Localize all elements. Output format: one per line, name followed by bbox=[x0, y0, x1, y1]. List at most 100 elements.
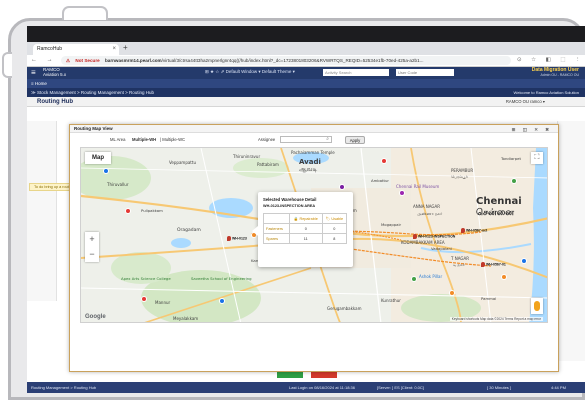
extension-icons[interactable]: ⊙ ☆ ◧ ⬚ ⋮ bbox=[517, 57, 585, 63]
map-label-pattabiram: Pattabiram bbox=[257, 162, 279, 167]
map-attribution[interactable]: Keyboard shortcuts Map data ©2024 Terms … bbox=[449, 317, 543, 321]
map-pin-icon[interactable] bbox=[219, 298, 225, 304]
browser-tab[interactable]: RamcoHub × bbox=[33, 44, 119, 55]
warehouse-stock-table: 🔒 Repairable 🏷 Usable Fasteners 0 0 Spar… bbox=[263, 213, 348, 244]
search-icon[interactable]: ⌕ bbox=[326, 136, 329, 142]
table-cell: 0 bbox=[321, 223, 348, 234]
street-view-pegman-icon[interactable] bbox=[531, 298, 543, 314]
breadcrumb: ≫ Stock Management > Routing Management … bbox=[27, 88, 585, 97]
background-cancel-button[interactable] bbox=[311, 371, 337, 378]
map-pin-icon[interactable] bbox=[449, 290, 455, 296]
background-grid-right bbox=[557, 121, 585, 361]
map-pin-icon[interactable] bbox=[381, 158, 387, 164]
map-pin-icon[interactable] bbox=[141, 296, 147, 302]
user-code-select[interactable]: User Code bbox=[396, 69, 454, 76]
map-label-chennai-rail: Chennai Rail Museum bbox=[396, 184, 440, 189]
background-grid-left bbox=[27, 121, 57, 301]
zoom-out-button[interactable]: − bbox=[85, 247, 99, 262]
apply-button[interactable]: Apply bbox=[345, 136, 365, 144]
modal-window-icons[interactable]: ⊞ ◫ ✕ ✖ bbox=[512, 126, 552, 134]
map-label-saveetha: Saveetha School of Engineering bbox=[191, 276, 252, 281]
breadcrumb-path[interactable]: ≫ Stock Management > Routing Management … bbox=[31, 90, 154, 95]
map-pin-icon[interactable] bbox=[411, 276, 417, 282]
table-row: Fasteners 0 0 bbox=[263, 223, 348, 234]
window-theme-controls[interactable]: ⊞ ★ ☆ ⇗ Default Window ▾ Default Theme ▾ bbox=[205, 69, 295, 75]
ml-area-value-wc[interactable]: | Multiple-WC bbox=[160, 137, 185, 142]
url-field[interactable]: ⚠ Not Secure barnwasmrm14.pearl.com/virt… bbox=[61, 56, 511, 65]
home-bar: ≡ Home bbox=[27, 79, 585, 88]
warehouse-marker-main[interactable]: WH-0123 bbox=[227, 236, 247, 241]
logo-line2: Aviation 5.x bbox=[43, 71, 67, 77]
warehouse-marker-4[interactable]: WH-0123-INSPECTION bbox=[413, 234, 455, 239]
table-cell: 8 bbox=[321, 233, 348, 244]
clock: 4:44 PM bbox=[551, 385, 566, 390]
map-label-chennai-ta: சென்னை bbox=[476, 208, 514, 218]
map-pin-icon[interactable] bbox=[399, 190, 405, 196]
table-cell bbox=[263, 213, 290, 224]
map-label-pammal: Pammal bbox=[481, 296, 497, 301]
new-tab-button[interactable]: + bbox=[123, 43, 128, 52]
warehouse-detail-popup: Selected Warehouse Detail WH-0123-INSPEC… bbox=[252, 192, 353, 267]
map-label-gerugambakkam: Gerugambakkam bbox=[327, 306, 362, 311]
google-logo: Google bbox=[85, 314, 106, 320]
map-pin-icon[interactable] bbox=[339, 184, 345, 190]
server-info: [Server: ] ES [Client: 0.0C] bbox=[377, 385, 424, 390]
url-path: /virtual/3/ctrsa44tt3ha2mpnerlgnr4qq((/h… bbox=[161, 58, 424, 63]
zoom-in-button[interactable]: + bbox=[85, 232, 99, 247]
session-timer: [ 30 Minutes ] bbox=[487, 385, 512, 390]
map-view[interactable]: Avadi ஆவடி Chennai சென்னை Chennai Rail M… bbox=[80, 147, 548, 323]
close-tab-icon[interactable]: × bbox=[112, 44, 116, 55]
address-bar: ← → ⟳ ⚠ Not Secure barnwasmrm14.pearl.co… bbox=[27, 55, 585, 67]
routing-map-modal: Routing Map View ⊞ ◫ ✕ ✖ ML Area Multipl… bbox=[69, 124, 559, 372]
popup-subtitle: WH-0123-INSPECTION AREA bbox=[263, 204, 316, 208]
device-clip-top bbox=[62, 6, 108, 20]
map-label-vadapalani: Vadapalani bbox=[431, 246, 452, 251]
welcome-text: Welcome to Ramco Aviation Solution bbox=[513, 90, 579, 95]
map-label-kunrathur: Kunrathur bbox=[381, 298, 401, 303]
table-cell: 11 bbox=[288, 233, 323, 244]
warehouse-pin-icon bbox=[413, 234, 417, 239]
tab-title: RamcoHub bbox=[37, 46, 63, 52]
repairable-label: Repairable bbox=[299, 217, 318, 221]
ramco-logo: RAMCO Aviation 5.x bbox=[43, 67, 67, 77]
map-label-pulipakkam: Pulipakkam bbox=[141, 208, 163, 213]
menu-icon[interactable]: ≡ bbox=[31, 68, 36, 77]
map-label-chennai: Chennai bbox=[476, 196, 522, 207]
ou-context-select[interactable]: RAMCO OU ramco ▾ bbox=[506, 97, 545, 107]
map-pin-icon[interactable] bbox=[125, 208, 131, 214]
background-save-button[interactable] bbox=[277, 371, 303, 378]
map-label-vepampattu: Veppampattu bbox=[169, 160, 196, 165]
activity-search-input[interactable]: Activity Search bbox=[323, 69, 389, 76]
user-ou: Admin OU - RAMCO OU bbox=[540, 73, 579, 77]
map-label-tondiarpet: Tondiarpet bbox=[501, 156, 521, 161]
map-pin-icon[interactable] bbox=[521, 258, 527, 264]
usable-label: Usable bbox=[331, 217, 344, 221]
fullscreen-icon[interactable]: ⛶ bbox=[531, 152, 543, 164]
zoom-control: + − bbox=[85, 232, 99, 262]
ml-area-value[interactable]: Multiple-WH bbox=[132, 137, 156, 142]
map-type-button[interactable]: Map bbox=[85, 152, 111, 164]
assignee-input[interactable]: ⌕ bbox=[280, 136, 332, 143]
warehouse-pin-icon bbox=[461, 228, 465, 233]
warehouse-marker-2[interactable]: WH-0567-oct bbox=[461, 228, 487, 233]
screen: RamcoHub × + ← → ⟳ ⚠ Not Secure barnwasm… bbox=[27, 26, 585, 393]
warehouse-marker-3[interactable]: WH-0567-01 bbox=[481, 262, 506, 267]
map-filter-row: ML Area Multiple-WH | Multiple-WC Assign… bbox=[70, 134, 558, 146]
page-title: Routing Hub bbox=[37, 99, 73, 105]
warehouse-label: WH-0567-01 bbox=[486, 262, 506, 267]
map-pin-icon[interactable] bbox=[103, 168, 109, 174]
assignee-label: Assignee bbox=[258, 137, 276, 142]
modal-title-bar: Routing Map View ⊞ ◫ ✕ ✖ bbox=[70, 125, 558, 133]
map-label-oragadam: Oragadam bbox=[177, 228, 201, 233]
screen-bezel bbox=[27, 26, 585, 42]
home-link[interactable]: ≡ Home bbox=[31, 81, 47, 86]
table-cell: 0 bbox=[288, 223, 323, 234]
map-label-mogappair: Mogappair bbox=[381, 222, 402, 227]
user-info[interactable]: Data Migration User Admin OU - RAMCO OU bbox=[532, 68, 579, 78]
repairable-header: 🔒 Repairable bbox=[288, 213, 323, 224]
map-pin-icon[interactable] bbox=[511, 178, 517, 184]
map-label-ashok-pillar: Ashok Pillar bbox=[419, 274, 443, 279]
map-pin-icon[interactable] bbox=[501, 274, 507, 280]
warehouse-pin-icon bbox=[227, 236, 231, 241]
map-label-pachaiamman: Pachaiamman Temple bbox=[291, 150, 335, 155]
